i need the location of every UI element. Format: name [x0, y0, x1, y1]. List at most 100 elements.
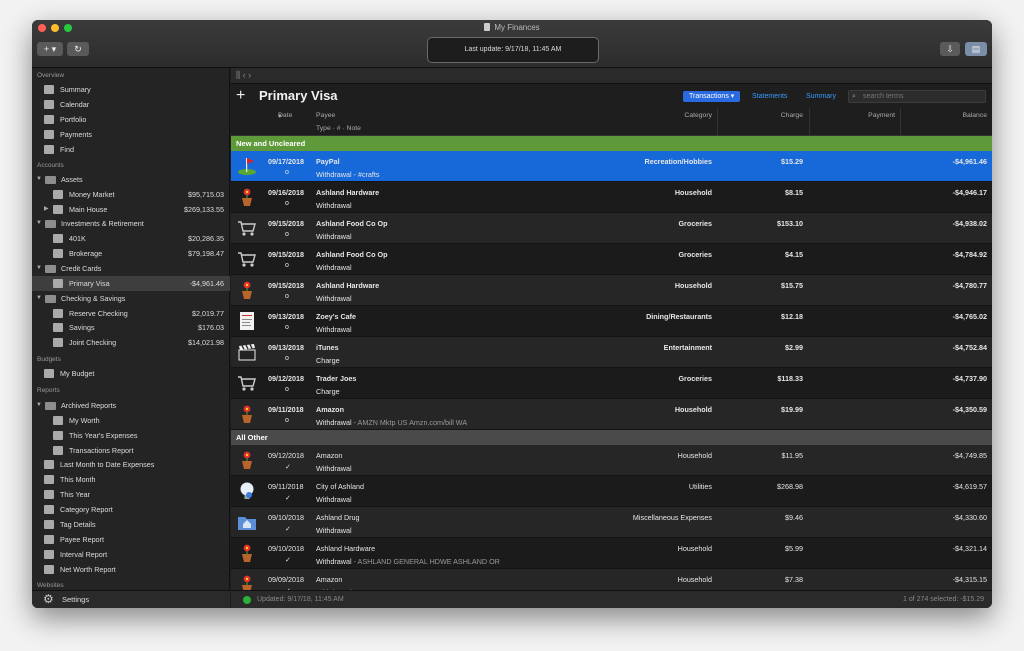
column-balance[interactable]: Balance	[962, 112, 987, 119]
transaction-row[interactable]: 09/15/2018 Ashland Food Co Op Groceries $4.…	[231, 244, 992, 275]
sidebar-item-summary-label: Summary	[60, 85, 91, 94]
tab-statements[interactable]: Statements	[746, 91, 793, 102]
sidebar-item-report[interactable]: Interval Report	[32, 547, 230, 562]
cleared-status-icon[interactable]: ✓	[285, 463, 291, 471]
sidebar-toggle-button[interactable]: ▤	[965, 42, 987, 56]
group-header-new-uncleared[interactable]: New and Uncleared	[231, 136, 992, 151]
transaction-row[interactable]: 09/16/2018 Ashland Hardware Household $8.15…	[231, 182, 992, 213]
sidebar-item-report[interactable]: Payee Report	[32, 532, 230, 547]
disclosure-open-icon[interactable]: ▼	[36, 261, 42, 276]
column-category[interactable]: Category	[684, 112, 712, 119]
cleared-status-icon[interactable]: o	[285, 231, 289, 238]
add-menu-button[interactable]: + ▾	[37, 42, 63, 56]
disclosure-open-icon[interactable]: ▼	[36, 398, 42, 413]
sidebar-group-investments[interactable]: ▼ Investments & Retirement	[32, 216, 230, 231]
cleared-status-icon[interactable]: o	[285, 200, 289, 207]
cleared-status-icon[interactable]: o	[285, 355, 289, 362]
disclosure-open-icon[interactable]: ▼	[36, 172, 42, 187]
cleared-status-icon[interactable]: o	[285, 262, 289, 269]
disclosure-open-icon[interactable]: ▼	[36, 291, 42, 306]
sidebar-item-calendar[interactable]: Calendar	[32, 97, 230, 112]
transaction-charge: $15.75	[781, 281, 803, 290]
import-button[interactable]: ⇩	[940, 42, 960, 56]
sidebar-item-report[interactable]: Net Worth Report	[32, 562, 230, 577]
column-date[interactable]: Date ▾	[278, 112, 292, 120]
transaction-row[interactable]: 09/11/2018 Amazon Household $19.99 -$4,350.5…	[231, 399, 992, 430]
refresh-button[interactable]: ↻	[67, 42, 89, 56]
sidebar-item-archived-report-label: My Worth	[69, 416, 100, 425]
transaction-row[interactable]: 09/10/2018 Ashland Drug Miscellaneous Expe…	[231, 507, 992, 538]
cleared-status-icon[interactable]: ✓	[285, 556, 291, 564]
sidebar-item-summary[interactable]: Summary	[32, 82, 230, 97]
sidebar-columns-icon[interactable]: ⫼	[236, 70, 240, 80]
sidebar-item-savings[interactable]: Savings $176.03	[32, 320, 230, 335]
sidebar-group-checking[interactable]: ▼ Checking & Savings	[32, 291, 230, 306]
flowerpot-icon	[237, 574, 257, 590]
sidebar-item-archived-report[interactable]: My Worth	[32, 413, 230, 428]
settings-button[interactable]: ⚙ Settings	[32, 590, 230, 608]
sidebar-item-main-house[interactable]: ▶ Main House $269,133.55	[32, 202, 230, 217]
window-title-text: My Finances	[494, 23, 540, 32]
sidebar-item-money-market[interactable]: Money Market $95,715.03	[32, 187, 230, 202]
sidebar-item-reserve-checking[interactable]: Reserve Checking $2,019.77	[32, 306, 230, 321]
cleared-status-icon[interactable]: o	[285, 293, 289, 300]
status-updated: Updated: 9/17/18, 11:45 AM	[257, 596, 344, 603]
transaction-row[interactable]: 09/13/2018 Zoey's Cafe Dining/Restaurants $…	[231, 306, 992, 337]
sidebar-item-find[interactable]: Find	[32, 142, 230, 157]
cleared-status-icon[interactable]: ✓	[285, 494, 291, 502]
cleared-status-icon[interactable]: ✓	[285, 525, 291, 533]
sidebar-group-archived-reports[interactable]: ▼ Archived Reports	[32, 398, 230, 413]
sidebar-item-primary-visa-amount: -$4,961.46	[189, 279, 224, 288]
sidebar-item-report[interactable]: This Year	[32, 487, 230, 502]
transaction-row[interactable]: 09/12/2018 Amazon Household $11.95 -$4,749.8…	[231, 445, 992, 476]
group-header-all-other[interactable]: All Other	[231, 430, 992, 445]
sidebar-item-my-budget[interactable]: My Budget	[32, 366, 230, 381]
column-payee[interactable]: Payee	[316, 112, 335, 119]
transaction-row[interactable]: 09/11/2018 City of Ashland Utilities $268.9…	[231, 476, 992, 507]
cleared-status-icon[interactable]: o	[285, 417, 289, 424]
back-arrow-icon[interactable]: ‹	[243, 70, 246, 80]
disclosure-closed-icon[interactable]: ▶	[44, 202, 49, 217]
column-charge[interactable]: Charge	[781, 112, 803, 119]
column-payment[interactable]: Payment	[868, 112, 895, 119]
sidebar-item-report[interactable]: This Month	[32, 472, 230, 487]
sidebar-item-report[interactable]: Tag Details	[32, 517, 230, 532]
sidebar-group-assets[interactable]: ▼ Assets	[32, 172, 230, 187]
cleared-status-icon[interactable]: o	[285, 324, 289, 331]
sidebar-item-401k[interactable]: 401K $20,286.35	[32, 231, 230, 246]
transaction-row[interactable]: 09/15/2018 Ashland Hardware Household $15.7…	[231, 275, 992, 306]
sidebar-item-archived-report[interactable]: This Year's Expenses	[32, 428, 230, 443]
tab-summary[interactable]: Summary	[800, 91, 842, 102]
folder-icon	[237, 512, 257, 532]
sidebar-item-portfolio[interactable]: Portfolio	[32, 112, 230, 127]
cleared-status-icon[interactable]: o	[285, 386, 289, 393]
tab-transactions[interactable]: Transactions ▾	[683, 91, 741, 102]
house-icon	[53, 190, 63, 199]
transaction-row[interactable]: 09/10/2018 Ashland Hardware Household $5.99…	[231, 538, 992, 569]
transaction-balance: -$4,946.17	[952, 188, 987, 197]
report-icon	[44, 565, 54, 574]
sidebar-group-credit-cards[interactable]: ▼ Credit Cards	[32, 261, 230, 276]
sidebar-item-payments[interactable]: Payments	[32, 127, 230, 142]
transaction-row[interactable]: 09/13/2018 iTunes Entertainment $2.99 -$4,75…	[231, 337, 992, 368]
transaction-row[interactable]: 09/15/2018 Ashland Food Co Op Groceries $15…	[231, 213, 992, 244]
cleared-status-icon[interactable]: o	[285, 169, 289, 176]
sidebar-item-primary-visa[interactable]: Primary Visa -$4,961.46	[32, 276, 230, 291]
transaction-row[interactable]: 09/17/2018 PayPal Recreation/Hobbies $15.29…	[231, 151, 992, 182]
sidebar-group-credit-cards-label: Credit Cards	[61, 264, 102, 273]
sidebar-item-archived-report[interactable]: Transactions Report	[32, 443, 230, 458]
sidebar-item-joint-checking[interactable]: Joint Checking $14,021.98	[32, 335, 230, 350]
sidebar-item-brokerage[interactable]: Brokerage $79,198.47	[32, 246, 230, 261]
add-transaction-button[interactable]: +	[236, 86, 245, 106]
report-icon	[53, 431, 63, 440]
search-input[interactable]: ⌕ search terms	[848, 90, 986, 103]
disclosure-open-icon[interactable]: ▼	[36, 216, 42, 231]
forward-arrow-icon[interactable]: ›	[248, 70, 251, 80]
shopping-cart-icon	[237, 218, 257, 238]
sidebar-item-report[interactable]: Last Month to Date Expenses	[32, 457, 230, 472]
sidebar-item-report[interactable]: Category Report	[32, 502, 230, 517]
transaction-row[interactable]: 09/12/2018 Trader Joes Groceries $118.33 -$4…	[231, 368, 992, 399]
transaction-payee: Amazon	[316, 405, 344, 414]
transaction-payee: iTunes	[316, 343, 339, 352]
transaction-row[interactable]: 09/09/2018 Amazon Household $7.38 -$4,315.15…	[231, 569, 992, 590]
